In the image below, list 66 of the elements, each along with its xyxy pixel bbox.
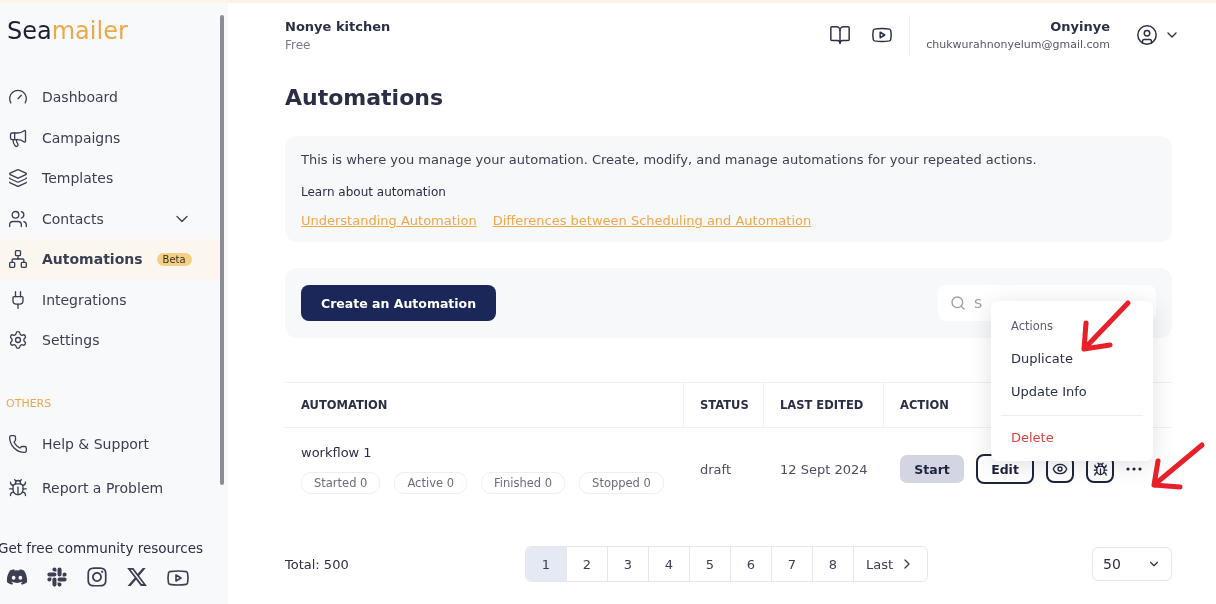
sidebar-item-label: Dashboard	[42, 89, 118, 106]
status-cell-text: draft	[699, 461, 732, 477]
sidebar-item-label: Help & Support	[42, 435, 150, 452]
phone-icon	[8, 433, 28, 454]
beta-badge: Beta	[156, 252, 192, 266]
total-count: Total: 500	[285, 556, 350, 572]
learn-title: Learn about automation	[301, 185, 447, 199]
users-icon	[8, 208, 28, 229]
hierarchy-icon	[8, 249, 28, 270]
x-icon[interactable]	[126, 565, 148, 588]
menu-item[interactable]: Update Info	[991, 376, 1153, 409]
menu-item[interactable]: Delete	[991, 422, 1153, 455]
sidebar-item[interactable]: Dashboard	[0, 77, 222, 118]
page-title: Automations	[285, 85, 445, 110]
sidebar-item-label: Report a Problem	[42, 479, 164, 496]
bug-icon	[8, 477, 28, 498]
sidebar-item[interactable]: Contacts	[0, 198, 222, 239]
sidebar-item[interactable]: Settings	[0, 320, 222, 361]
count-chip: Stopped 0	[579, 471, 664, 494]
sidebar-item-label: Integrations	[42, 291, 127, 308]
sidebar-item-label: Campaigns	[42, 129, 121, 146]
sidebar-item-label: Contacts	[42, 210, 104, 227]
search-icon	[950, 295, 966, 311]
section-title: OTHERS	[5, 395, 53, 412]
sidebar-item[interactable]: Automations Beta	[0, 239, 222, 280]
slack-icon[interactable]	[46, 565, 68, 588]
settings-icon	[8, 330, 28, 351]
user-email: chukwurahnonyelum@gmail.com	[926, 38, 1110, 51]
more-button[interactable]	[1126, 467, 1142, 471]
more-icon	[1126, 467, 1142, 471]
sidebar-item-label: Settings	[42, 332, 100, 349]
page-button[interactable]: 1	[526, 547, 567, 581]
instagram-icon[interactable]	[86, 565, 108, 588]
column-header: AUTOMATION	[301, 398, 388, 412]
sidebar-item[interactable]: Report a Problem	[0, 465, 222, 510]
column-header: LAST EDITED	[780, 398, 864, 412]
page-size-select[interactable]: 50	[1092, 547, 1172, 581]
menu-title: Actions	[1011, 319, 1053, 333]
sidebar-item-label: Templates	[42, 170, 114, 187]
info-text: This is where you manage your automation. Create, modify, and manage automations for your repeated actions.	[301, 152, 1038, 167]
scrollbar[interactable]	[220, 15, 224, 485]
create-automation-button[interactable]: Create an Automation	[301, 285, 497, 321]
user-icon	[1136, 24, 1158, 46]
workspace-name: Nonye kitchen	[285, 18, 392, 34]
sidebar-item[interactable]: Campaigns	[0, 117, 222, 158]
menu-item[interactable]: Duplicate	[991, 343, 1153, 376]
brand-logo: Seamailer	[6, 16, 129, 47]
automation-name: workflow 1	[301, 444, 373, 460]
date-cell-text: 12 Sept 2024	[779, 461, 869, 477]
sidebar-item[interactable]: Templates	[0, 158, 222, 199]
count-chip: Active 0	[394, 471, 467, 494]
book-icon[interactable]	[829, 24, 852, 46]
count-chip: Finished 0	[481, 471, 566, 494]
start-button[interactable]: Start	[900, 455, 964, 483]
plan-label: Free	[285, 37, 312, 52]
column-header: ACTION	[900, 398, 949, 412]
sidebar-item[interactable]: Integrations	[0, 279, 222, 320]
user-name: Onyinye	[1050, 19, 1110, 34]
sidebar-item[interactable]: Help & Support	[0, 421, 222, 466]
sidebar-item-label: Automations	[42, 251, 143, 268]
megaphone-icon	[8, 127, 28, 148]
bug-icon	[1092, 461, 1108, 477]
column-header: STATUS	[700, 398, 749, 412]
eye-icon	[1052, 461, 1068, 477]
count-chip: Started 0	[301, 471, 381, 494]
layers-icon	[8, 168, 28, 189]
